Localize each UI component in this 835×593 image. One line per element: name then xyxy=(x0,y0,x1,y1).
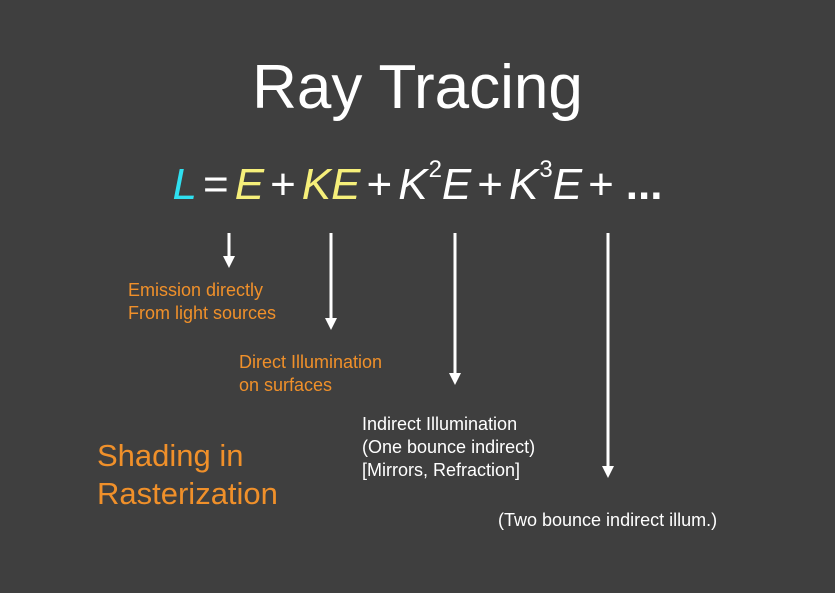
arrow-two-bounce xyxy=(602,233,614,478)
indirect-illumination-label: Indirect Illumination (One bounce indire… xyxy=(362,414,536,480)
two-bounce-label: (Two bounce indirect illum.) xyxy=(498,510,718,530)
direct-illumination-label: Direct Illumination on surfaces xyxy=(239,352,383,395)
arrow-emission xyxy=(223,233,235,268)
arrow-indirect xyxy=(449,233,461,385)
shading-rasterization-label: Shading in Rasterization xyxy=(97,438,278,511)
arrow-direct xyxy=(325,233,337,330)
emission-label: Emission directly From light sources xyxy=(128,280,277,323)
